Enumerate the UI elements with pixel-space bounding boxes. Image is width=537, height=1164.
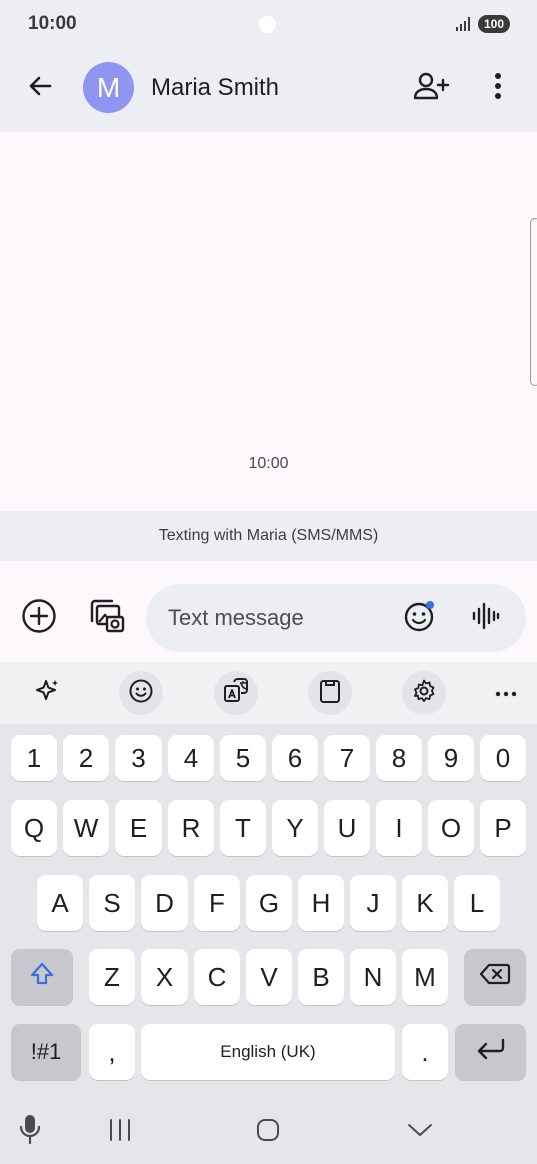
hide-keyboard-icon	[407, 1122, 433, 1143]
compose-bar	[0, 561, 537, 662]
key-2[interactable]: 2	[63, 735, 109, 781]
voice-message-button[interactable]	[468, 600, 504, 636]
app-bar: M Maria Smith	[0, 48, 537, 132]
translate-icon	[222, 677, 250, 710]
add-person-icon	[412, 71, 450, 106]
symbols-key[interactable]: !#1	[11, 1024, 81, 1080]
battery-icon: 100	[478, 15, 510, 33]
more-options-button[interactable]	[480, 68, 516, 108]
sparkle-icon	[34, 678, 60, 709]
key-u[interactable]: U	[324, 800, 370, 856]
key-m[interactable]: M	[402, 949, 448, 1005]
more-horizontal-icon	[495, 684, 517, 702]
comma-key[interactable]: ,	[89, 1024, 135, 1080]
scrollbar[interactable]	[530, 218, 537, 386]
key-j[interactable]: J	[350, 875, 396, 931]
shift-icon	[29, 961, 55, 994]
key-s[interactable]: S	[89, 875, 135, 931]
key-i[interactable]: I	[376, 800, 422, 856]
key-q[interactable]: Q	[11, 800, 57, 856]
key-o[interactable]: O	[428, 800, 474, 856]
clipboard-button[interactable]	[308, 671, 352, 715]
key-8[interactable]: 8	[376, 735, 422, 781]
keyboard-settings-button[interactable]	[402, 671, 446, 715]
status-time: 10:00	[28, 13, 77, 34]
ai-tools-button[interactable]	[25, 671, 69, 715]
key-6[interactable]: 6	[272, 735, 318, 781]
keyboard-toolbar	[0, 662, 537, 724]
emoji-button[interactable]	[402, 600, 438, 636]
key-l[interactable]: L	[454, 875, 500, 931]
key-5[interactable]: 5	[220, 735, 266, 781]
message-timestamp: 10:00	[248, 455, 289, 472]
clipboard-icon	[318, 678, 342, 709]
shift-key[interactable]	[11, 949, 73, 1005]
conversation-area[interactable]: 10:00	[0, 132, 537, 510]
home-button[interactable]	[248, 1114, 288, 1150]
hide-keyboard-button[interactable]	[400, 1114, 440, 1150]
settings-icon	[411, 678, 437, 709]
space-key[interactable]: English (UK)	[141, 1024, 395, 1080]
sms-banner: Texting with Maria (SMS/MMS)	[0, 511, 537, 561]
camera-cutout	[259, 16, 276, 33]
key-r[interactable]: R	[168, 800, 214, 856]
voice-wave-icon	[472, 601, 500, 636]
key-e[interactable]: E	[115, 800, 162, 856]
add-circle-icon	[21, 598, 57, 639]
message-field[interactable]	[146, 584, 526, 652]
key-n[interactable]: N	[350, 949, 396, 1005]
key-f[interactable]: F	[194, 875, 240, 931]
more-vertical-icon	[494, 72, 502, 105]
key-9[interactable]: 9	[428, 735, 474, 781]
toolbar-more-button[interactable]	[484, 671, 528, 715]
key-4[interactable]: 4	[168, 735, 214, 781]
emoji-icon	[403, 599, 437, 638]
translate-button[interactable]	[214, 671, 258, 715]
enter-icon	[475, 1037, 507, 1068]
voice-input-button[interactable]	[14, 1112, 46, 1150]
backspace-key[interactable]	[464, 949, 526, 1005]
add-contact-button[interactable]	[410, 68, 452, 108]
key-b[interactable]: B	[298, 949, 344, 1005]
message-input[interactable]	[168, 584, 388, 652]
status-bar: 10:00 100	[0, 0, 537, 48]
key-0[interactable]: 0	[480, 735, 526, 781]
key-1[interactable]: 1	[11, 735, 57, 781]
key-k[interactable]: K	[402, 875, 448, 931]
attach-button[interactable]	[18, 597, 60, 639]
key-t[interactable]: T	[220, 800, 266, 856]
signal-icon	[456, 16, 472, 37]
key-y[interactable]: Y	[272, 800, 318, 856]
key-v[interactable]: V	[246, 949, 292, 1005]
key-x[interactable]: X	[141, 949, 188, 1005]
gallery-icon	[88, 597, 126, 640]
smiley-icon	[128, 678, 154, 709]
avatar[interactable]: M	[83, 62, 134, 113]
back-arrow-icon	[26, 72, 54, 105]
key-d[interactable]: D	[141, 875, 188, 931]
key-p[interactable]: P	[480, 800, 526, 856]
enter-key[interactable]	[455, 1024, 526, 1080]
backspace-icon	[479, 962, 511, 993]
back-button[interactable]	[20, 68, 60, 108]
contact-name[interactable]: Maria Smith	[151, 74, 279, 102]
recents-icon	[107, 1118, 133, 1147]
key-w[interactable]: W	[63, 800, 109, 856]
home-icon	[256, 1118, 280, 1147]
period-key[interactable]: .	[402, 1024, 448, 1080]
gallery-button[interactable]	[86, 597, 128, 639]
key-7[interactable]: 7	[324, 735, 370, 781]
keyboard: 1 2 3 4 5 6 7 8 9 0 Q W E R T Y U I O P …	[0, 724, 537, 1100]
key-h[interactable]: H	[298, 875, 344, 931]
key-g[interactable]: G	[246, 875, 292, 931]
emoji-toolbar-button[interactable]	[119, 671, 163, 715]
key-a[interactable]: A	[37, 875, 83, 931]
microphone-icon	[19, 1113, 41, 1150]
key-c[interactable]: C	[194, 949, 240, 1005]
recents-button[interactable]	[100, 1114, 140, 1150]
navigation-bar	[0, 1100, 537, 1164]
key-z[interactable]: Z	[89, 949, 135, 1005]
key-3[interactable]: 3	[115, 735, 162, 781]
